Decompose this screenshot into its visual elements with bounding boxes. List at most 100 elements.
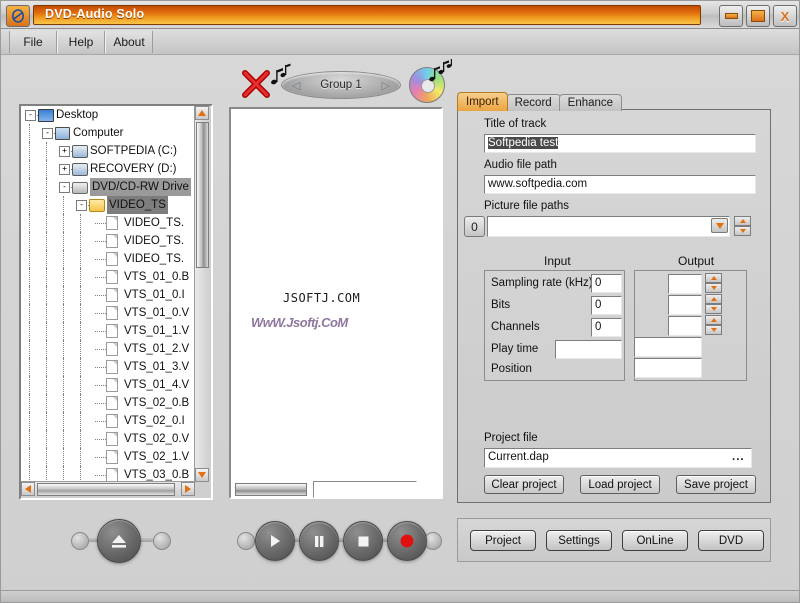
menu-item-file[interactable]: File <box>9 31 57 53</box>
project-file-input[interactable]: Current.dap <box>484 448 752 468</box>
tree-node[interactable]: VTS_01_0.I <box>21 286 199 304</box>
file-tree[interactable]: - Desktop - Computer + SOFTPEDIA (C:) + RECOVER… <box>21 106 199 482</box>
track-display-panel[interactable]: JSOFTJ.COM WwW.Jsoftj.CoM <box>229 107 443 499</box>
load-project-button[interactable]: Load project <box>580 475 660 494</box>
tree-node[interactable]: VTS_02_0.V <box>21 430 199 448</box>
record-button[interactable] <box>387 521 427 561</box>
tree-node[interactable]: VTS_02_0.B <box>21 394 199 412</box>
menu-item-about[interactable]: About <box>105 31 153 53</box>
tree-node[interactable]: VTS_01_0.V <box>21 304 199 322</box>
tree-node[interactable]: - Computer <box>21 124 199 142</box>
play-time-value[interactable] <box>555 340 622 359</box>
project-button[interactable]: Project <box>470 530 536 551</box>
picture-spinner[interactable] <box>734 216 751 237</box>
tree-guide-line <box>29 214 30 232</box>
collapse-icon[interactable]: - <box>76 200 87 211</box>
picture-spinner-up[interactable] <box>734 216 751 226</box>
dvd-button[interactable]: DVD <box>698 530 764 551</box>
tree-node[interactable]: VTS_01_0.B <box>21 268 199 286</box>
tree-node[interactable]: VTS_01_2.V <box>21 340 199 358</box>
tree-node[interactable]: + SOFTPEDIA (C:) <box>21 142 199 160</box>
time-field[interactable] <box>313 480 417 498</box>
output-spinner-0-up[interactable] <box>705 273 722 283</box>
audio-file-path-input[interactable]: www.softpedia.com <box>484 175 756 194</box>
tree-node[interactable]: VTS_02_1.V <box>21 448 199 466</box>
tree-node[interactable]: VIDEO_TS. <box>21 250 199 268</box>
save-project-button[interactable]: Save project <box>676 475 756 494</box>
output-spinner-2[interactable] <box>705 315 722 336</box>
online-button[interactable]: OnLine <box>622 530 688 551</box>
tree-node[interactable]: + RECOVERY (D:) <box>21 160 199 178</box>
play-button[interactable] <box>255 521 295 561</box>
output-spinner-1[interactable] <box>705 294 722 315</box>
tree-node[interactable]: VTS_03_0.B <box>21 466 199 482</box>
scroll-left-button[interactable] <box>21 482 35 496</box>
sampling-rate-value[interactable]: 0 <box>591 274 622 293</box>
eject-right-knob <box>153 532 171 550</box>
minimize-button[interactable] <box>719 5 743 27</box>
tree-node[interactable]: - Desktop <box>21 106 199 124</box>
tree-guide-line <box>46 340 47 358</box>
tree-node[interactable]: VIDEO_TS. <box>21 232 199 250</box>
output-value-2[interactable] <box>668 316 702 336</box>
tree-node[interactable]: VTS_02_0.I <box>21 412 199 430</box>
expand-icon[interactable]: + <box>59 146 70 157</box>
tree-node[interactable]: VTS_01_3.V <box>21 358 199 376</box>
file-tree-panel[interactable]: - Desktop - Computer + SOFTPEDIA (C:) + RECOVER… <box>19 104 213 500</box>
output-spinner-1-up[interactable] <box>705 294 722 304</box>
tab-record[interactable]: Record <box>505 94 561 111</box>
settings-button[interactable]: Settings <box>546 530 612 551</box>
channels-value[interactable]: 0 <box>591 318 622 337</box>
eject-button[interactable] <box>97 519 141 563</box>
output-spinner-2-down[interactable] <box>705 325 722 335</box>
output-value-1[interactable] <box>668 295 702 315</box>
bits-value[interactable]: 0 <box>591 296 622 315</box>
pause-icon <box>315 536 324 547</box>
stop-button[interactable] <box>343 521 383 561</box>
vertical-scroll-thumb[interactable] <box>196 122 209 268</box>
scroll-down-button[interactable] <box>195 468 209 482</box>
picture-file-paths-input[interactable] <box>487 216 730 237</box>
clear-project-button[interactable]: Clear project <box>484 475 564 494</box>
collapse-icon[interactable]: - <box>59 182 70 193</box>
tree-guide-line <box>46 430 47 448</box>
tree-node[interactable]: - DVD/CD-RW Drive <box>21 178 199 196</box>
tab-enhance[interactable]: Enhance <box>558 94 623 111</box>
scroll-up-button[interactable] <box>195 106 209 120</box>
scroll-right-button[interactable] <box>181 482 195 496</box>
pause-button[interactable] <box>299 521 339 561</box>
maximize-button[interactable] <box>746 5 770 27</box>
group-selector[interactable]: Group 1 ◁ ▷ <box>281 71 401 99</box>
output-spinner-0-down[interactable] <box>705 283 722 293</box>
output-value-3[interactable] <box>634 337 702 357</box>
position-slider[interactable] <box>235 482 307 496</box>
project-file-browse-button[interactable]: ... <box>732 451 745 463</box>
output-value-0[interactable] <box>668 274 702 294</box>
title-of-track-input[interactable]: Softpedia test <box>484 134 756 153</box>
output-value-4[interactable] <box>634 358 702 378</box>
red-x-icon[interactable] <box>241 69 271 99</box>
expand-icon[interactable]: + <box>59 164 70 175</box>
tree-node[interactable]: VIDEO_TS. <box>21 214 199 232</box>
tree-node-label: Computer <box>73 127 124 139</box>
output-spinner-2-up[interactable] <box>705 315 722 325</box>
horizontal-scroll-thumb[interactable] <box>37 483 175 496</box>
dropdown-arrow-icon[interactable] <box>711 218 728 233</box>
collapse-icon[interactable]: - <box>25 110 36 121</box>
tree-guide-line <box>63 304 64 322</box>
tree-node[interactable]: VTS_01_1.V <box>21 322 199 340</box>
tab-import[interactable]: Import <box>457 92 508 111</box>
tree-node[interactable]: VTS_01_4.V <box>21 376 199 394</box>
menu-item-help[interactable]: Help <box>57 31 105 53</box>
group-prev-icon[interactable]: ◁ <box>292 79 300 92</box>
tree-vertical-scrollbar[interactable] <box>194 106 211 482</box>
tree-node[interactable]: - VIDEO_TS <box>21 196 199 214</box>
group-next-icon[interactable]: ▷ <box>382 79 390 92</box>
picture-spinner-down[interactable] <box>734 226 751 236</box>
picture-index-counter[interactable]: 0 <box>464 216 485 237</box>
output-spinner-0[interactable] <box>705 273 722 294</box>
tree-horizontal-scrollbar[interactable] <box>21 481 195 498</box>
output-spinner-1-down[interactable] <box>705 304 722 314</box>
close-button[interactable]: X <box>773 5 797 27</box>
collapse-icon[interactable]: - <box>42 128 53 139</box>
